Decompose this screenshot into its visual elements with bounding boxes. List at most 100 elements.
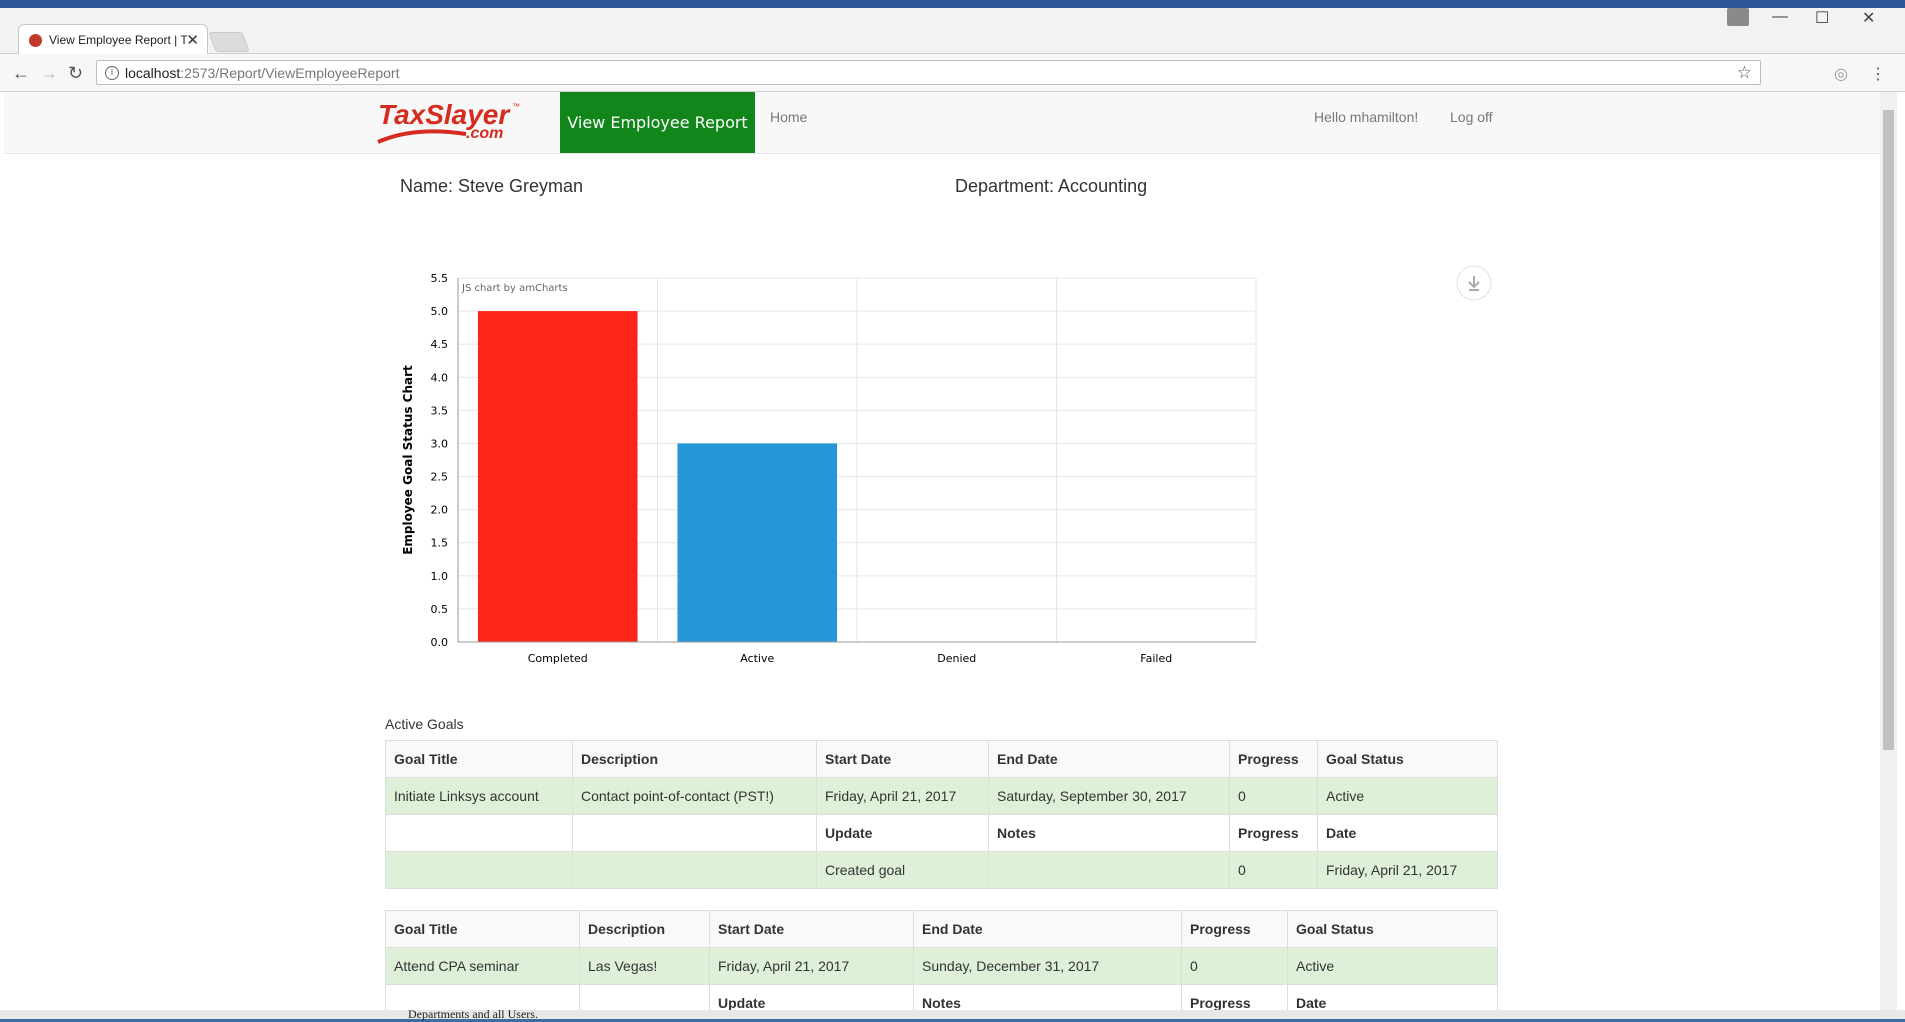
logo-swoosh [377,129,467,144]
y-tick-label: 4.0 [431,371,449,384]
goal-header-cell: Start Date [709,910,914,948]
page-viewport: TaxSlayer ™ .com View Employee Report Ho… [4,92,1880,1016]
goal-status: Active [1317,777,1498,815]
goal-header-cell: End Date [988,740,1230,778]
skype-extension-icon[interactable]: ◎ [1834,64,1848,84]
goal-progress: 0 [1229,777,1318,815]
desktop-strip [0,0,1905,8]
goal-header-cell: Goal Status [1287,910,1498,948]
employee-department: Department: Accounting [955,176,1148,196]
update-row: Created goal 0 Friday, April 21, 2017 [385,851,1498,889]
amcharts-watermark: JS chart by amCharts [461,283,568,294]
nav-user-greeting[interactable]: Hello mhamilton! [1314,109,1418,125]
maximize-icon[interactable]: ☐ [1815,8,1829,28]
background-window-text: Departments and all Users. [408,1007,538,1021]
goal-title: Attend CPA seminar [385,947,580,985]
browser-tab[interactable]: View Employee Report | T ✕ [18,24,208,54]
nav-home-link[interactable]: Home [770,109,807,125]
goal-header-cell: Description [579,910,710,948]
view-employee-report-button[interactable]: View Employee Report [560,92,755,153]
y-tick-label: 1.5 [431,537,449,550]
y-tick-label: 5.0 [431,305,449,318]
goal-description: Contact point-of-contact (PST!) [572,777,817,815]
update-header-cell: Update [816,814,989,852]
active-goals-title: Active Goals [385,716,464,732]
goal-status-chart: 0.0 0.5 1.0 1.5 2.0 2.5 3.0 3.5 4.0 4.5 5.0 5.5 Comp… [401,265,1492,665]
goal-start-date: Friday, April 21, 2017 [816,777,989,815]
goal-header-row: Goal Title Description Start Date End Da… [385,740,1498,778]
goal-table-1: Goal Title Description Start Date End Da… [385,740,1498,889]
y-tick-label: 4.5 [431,338,449,351]
goal-header-cell: Start Date [816,740,989,778]
taxslayer-logo[interactable]: TaxSlayer ™ .com [374,98,534,148]
goal-row: Initiate Linksys account Contact point-o… [385,777,1498,815]
y-tick-label: 0.0 [431,636,449,649]
goal-header-cell: Progress [1229,740,1318,778]
y-tick-label: 1.0 [431,570,449,583]
reload-icon[interactable]: ↻ [68,63,83,84]
profile-icon[interactable] [1727,8,1749,26]
y-axis-title: Employee Goal Status Chart [401,365,415,555]
update-text: Created goal [816,851,989,889]
goal-header-cell: Goal Status [1317,740,1498,778]
site-navbar: TaxSlayer ™ .com View Employee Report Ho… [4,92,1880,154]
url-path: :2573/Report/ViewEmployeeReport [180,65,400,81]
goal-end-date: Sunday, December 31, 2017 [913,947,1182,985]
y-tick-label: 0.5 [431,603,449,616]
goal-progress: 0 [1181,947,1288,985]
back-icon[interactable]: ← [12,63,30,84]
empty-cell [572,851,817,889]
browser-titlebar: View Employee Report | T ✕ — ☐ ✕ [0,0,1905,54]
close-window-icon[interactable]: ✕ [1862,8,1875,28]
empty-cell [385,851,573,889]
goal-header-cell: Progress [1181,910,1288,948]
y-tick-label: 3.5 [431,404,449,417]
x-tick-label: Active [740,652,774,665]
update-notes [988,851,1230,889]
bar-active [677,443,838,642]
forward-icon[interactable]: → [40,63,58,84]
goal-start-date: Friday, April 21, 2017 [709,947,914,985]
new-tab-button[interactable] [208,32,250,52]
bookmark-star-icon[interactable]: ☆ [1737,63,1752,83]
employee-name: Name: Steve Greyman [400,176,584,196]
page-scrollbar[interactable] [1880,92,1897,1016]
y-tick-label: 5.5 [431,272,449,285]
goal-row: Attend CPA seminar Las Vegas! Friday, Ap… [385,947,1498,985]
info-icon[interactable]: i [105,66,119,80]
scrollbar-thumb[interactable] [1883,110,1894,750]
address-bar[interactable]: i localhost:2573/Report/ViewEmployeeRepo… [96,60,1761,85]
y-tick-label: 2.0 [431,504,449,517]
update-header-cell: Date [1317,814,1498,852]
chart-export-button[interactable] [1456,265,1492,301]
goal-header-cell: End Date [913,910,1182,948]
minimize-icon[interactable]: — [1772,8,1788,26]
empty-cell [572,814,817,852]
browser-window: View Employee Report | T ✕ — ☐ ✕ ← → ↻ i… [0,0,1905,1021]
tab-title: View Employee Report | T [49,33,188,47]
y-tick-label: 3.0 [431,437,449,450]
browser-menu-icon[interactable]: ⋮ [1870,64,1886,84]
update-date: Friday, April 21, 2017 [1317,851,1498,889]
x-tick-label: Denied [937,652,976,665]
goal-table-2: Goal Title Description Start Date End Da… [385,910,1498,1016]
goal-header-cell: Goal Title [385,910,580,948]
y-tick-label: 2.5 [431,471,449,484]
background-window-strip: Departments and all Users. [0,1007,1905,1021]
update-progress: 0 [1229,851,1318,889]
favicon-icon [29,34,42,47]
nav-logoff-link[interactable]: Log off [1450,109,1493,125]
goal-end-date: Saturday, September 30, 2017 [988,777,1230,815]
url-host: localhost [125,65,181,81]
tab-close-icon[interactable]: ✕ [186,31,199,49]
logo-sub: .com [466,125,503,142]
update-header-cell: Notes [988,814,1230,852]
empty-cell [385,814,573,852]
x-tick-label: Failed [1140,652,1172,665]
goal-header-cell: Goal Title [385,740,573,778]
goal-status: Active [1287,947,1498,985]
goal-header-cell: Description [572,740,817,778]
goal-description: Las Vegas! [579,947,710,985]
logo-tm: ™ [512,102,520,111]
goal-title: Initiate Linksys account [385,777,573,815]
